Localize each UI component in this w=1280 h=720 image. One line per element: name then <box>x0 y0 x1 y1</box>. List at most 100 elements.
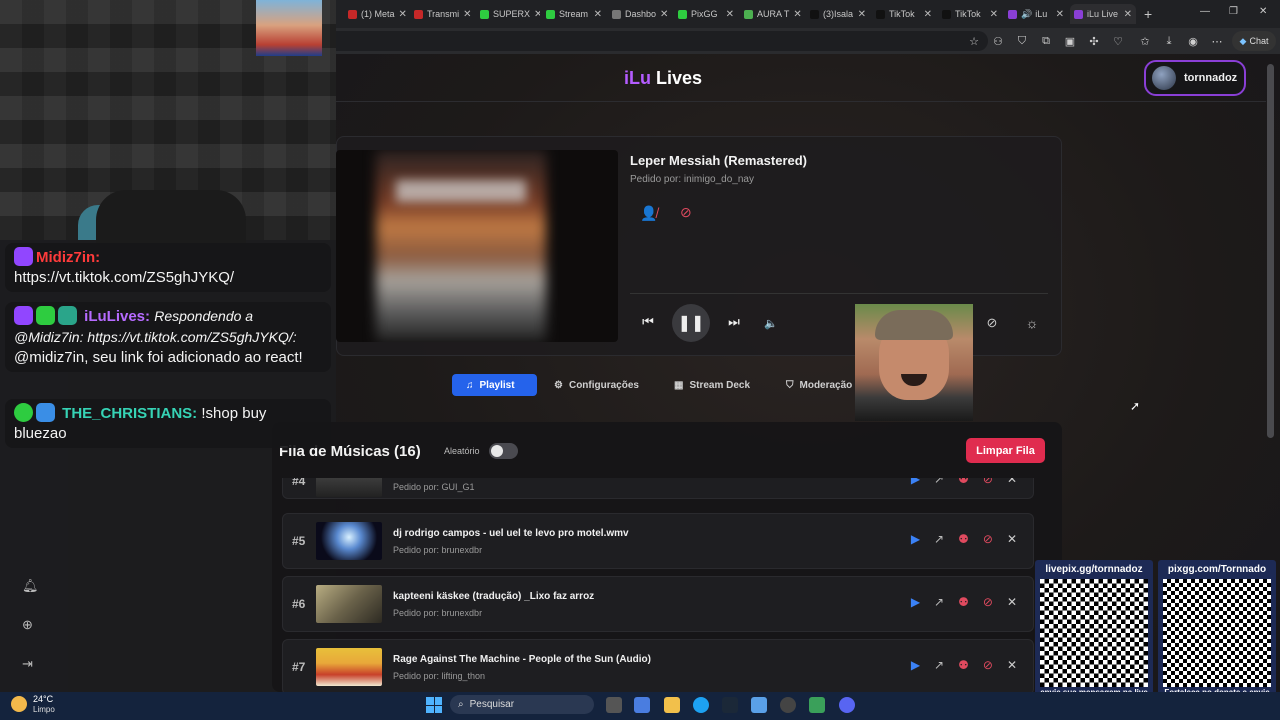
download-icon[interactable]: ⤓ <box>1160 32 1178 50</box>
logout-icon[interactable]: ⇥ <box>22 656 33 672</box>
qr-header: livepix.gg/tornnadoz <box>1045 564 1143 575</box>
browser-tab[interactable]: TikTok ✕ <box>872 4 936 24</box>
search-icon: ⌕ <box>458 699 464 710</box>
discord-icon[interactable] <box>839 697 855 713</box>
remove-icon[interactable]: ✕ <box>1007 595 1017 609</box>
play-icon[interactable]: ▶ <box>911 658 920 672</box>
next-icon[interactable]: ⏭ <box>726 314 742 330</box>
trending-icon[interactable]: ↗ <box>934 658 944 672</box>
browser-tab[interactable]: TikTok ✕ <box>938 4 1002 24</box>
theme-icon[interactable]: ☼ <box>1023 314 1041 332</box>
photos-icon[interactable] <box>751 697 767 713</box>
kick-badge-icon <box>14 403 33 422</box>
help-icon[interactable]: ⊕ <box>22 617 33 633</box>
close-icon[interactable]: ✕ <box>395 9 407 20</box>
close-icon[interactable]: ✕ <box>656 9 668 20</box>
copilot-icon[interactable] <box>634 697 650 713</box>
steam-icon[interactable] <box>722 697 738 713</box>
puzzle-icon[interactable]: ✣ <box>1085 32 1103 50</box>
translate-icon[interactable]: ⧉ <box>1037 32 1055 50</box>
browser-tab[interactable]: (1) Meta ✕ <box>344 4 408 24</box>
pause-button[interactable]: ❚❚ <box>672 304 710 342</box>
shuffle-toggle[interactable] <box>489 443 518 459</box>
taskbar-search[interactable]: ⌕ Pesquisar <box>450 695 594 714</box>
volume-icon[interactable]: 🔈 <box>762 314 780 332</box>
browser-tab[interactable]: Transmi ✕ <box>410 4 474 24</box>
tab-moderacao[interactable]: ⛉ Moderação <box>772 374 866 396</box>
clear-queue-button[interactable]: Limpar Fila <box>966 438 1045 463</box>
avatar <box>1152 66 1176 90</box>
play-icon[interactable]: ▶ <box>911 532 920 546</box>
bell-icon[interactable]: 🔔︎ <box>22 578 39 594</box>
close-icon[interactable]: ✕ <box>590 9 602 20</box>
window-close-icon[interactable]: ✕ <box>1259 6 1267 17</box>
more-icon[interactable]: ⋯ <box>1208 32 1226 50</box>
browser-tab[interactable]: Dashbo ✕ <box>608 4 672 24</box>
app-icon[interactable] <box>809 697 825 713</box>
close-icon[interactable]: ✕ <box>1120 9 1132 20</box>
close-icon[interactable]: ✕ <box>920 9 932 20</box>
top-navigation <box>336 54 1266 102</box>
shield-icon[interactable]: ⛉ <box>1013 32 1031 50</box>
tab-label: Transmi <box>427 9 460 19</box>
close-icon[interactable]: ✕ <box>530 9 540 20</box>
previous-icon[interactable]: ⏮ <box>640 314 656 330</box>
trending-icon[interactable]: ↗ <box>934 532 944 546</box>
copilot-chat-button[interactable]: ◆ Chat <box>1232 31 1276 51</box>
tab-stream-deck[interactable]: ▦ Stream Deck <box>660 374 764 396</box>
edge-icon[interactable] <box>693 697 709 713</box>
url-field[interactable] <box>336 31 988 51</box>
track-title: dj rodrigo campos - uel uel te levo pro … <box>393 528 629 539</box>
heart-icon[interactable]: ♡ <box>1109 32 1127 50</box>
browser-tab[interactable]: AURA T ✕ <box>740 4 804 24</box>
remove-icon[interactable]: ✕ <box>1007 658 1017 672</box>
file-explorer-icon[interactable] <box>664 697 680 713</box>
new-tab-button[interactable]: + <box>1140 4 1160 24</box>
ban-user-icon[interactable]: ⚉ <box>958 658 969 672</box>
tab-configuracoes[interactable]: ⚙ Configurações <box>540 374 653 396</box>
extension-icon[interactable]: ⚇ <box>989 32 1007 50</box>
ban-user-icon[interactable]: 👤̸ <box>640 205 657 222</box>
trending-icon[interactable]: ↗ <box>934 595 944 609</box>
play-icon[interactable]: ▶ <box>911 595 920 609</box>
twitch-badge-icon <box>14 306 33 325</box>
progress-track[interactable] <box>630 293 1048 294</box>
ban-user-icon[interactable]: ⚉ <box>958 532 969 546</box>
browser-tab[interactable]: PixGG ✕ <box>674 4 738 24</box>
remove-icon[interactable]: ✕ <box>1007 532 1017 546</box>
queue-row[interactable]: #6 kapteeni käskee (tradução) _Lixo faz … <box>282 576 1034 632</box>
ban-user-icon[interactable]: ⚉ <box>958 595 969 609</box>
close-icon[interactable]: ✕ <box>854 9 866 20</box>
block-icon[interactable]: ⊘ <box>983 658 993 672</box>
hide-icon[interactable]: ⊘ <box>983 314 1001 332</box>
app-icon[interactable] <box>780 697 796 713</box>
close-icon[interactable]: ✕ <box>1052 9 1064 20</box>
block-icon[interactable]: ⊘ <box>680 204 692 221</box>
browser-tab[interactable]: (3)Isala ✕ <box>806 4 870 24</box>
close-icon[interactable]: ✕ <box>459 9 471 20</box>
queue-row[interactable]: #5 dj rodrigo campos - uel uel te levo p… <box>282 513 1034 569</box>
block-icon[interactable]: ⊘ <box>983 532 993 546</box>
browser-tab[interactable]: 🔊 iLu ✕ <box>1004 4 1068 24</box>
task-view-icon[interactable] <box>606 697 622 713</box>
scrollbar[interactable] <box>1267 64 1274 438</box>
app-logo[interactable]: iLu Lives <box>624 68 702 89</box>
minimize-icon[interactable]: — <box>1200 6 1210 17</box>
weather-icon[interactable] <box>11 696 27 712</box>
close-icon[interactable]: ✕ <box>789 9 801 20</box>
queue-row[interactable]: #7 Rage Against The Machine - People of … <box>282 639 1034 695</box>
star-icon[interactable]: ☆ <box>965 32 983 50</box>
block-icon[interactable]: ⊘ <box>983 595 993 609</box>
close-icon[interactable]: ✕ <box>722 9 734 20</box>
profile-icon[interactable]: ◉ <box>1184 32 1202 50</box>
windows-start-icon[interactable] <box>426 697 442 713</box>
favorites-icon[interactable]: ✩ <box>1136 32 1154 50</box>
maximize-icon[interactable]: ❐ <box>1229 6 1238 17</box>
tab-playlist[interactable]: ♫ Playlist <box>452 374 537 396</box>
pdf-icon[interactable]: ▣ <box>1061 32 1079 50</box>
user-menu-button[interactable]: tornnadoz <box>1144 60 1246 96</box>
browser-tab[interactable]: Stream ✕ <box>542 4 606 24</box>
browser-tab[interactable]: SUPERX ✕ <box>476 4 540 24</box>
close-icon[interactable]: ✕ <box>986 9 998 20</box>
browser-tab-active[interactable]: iLu Live ✕ <box>1070 4 1136 24</box>
